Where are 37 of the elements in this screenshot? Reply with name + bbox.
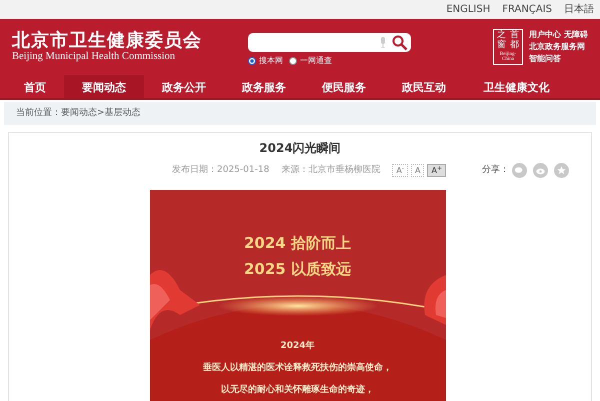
header-link[interactable]: 智能问答	[529, 53, 561, 65]
font-size-button[interactable]: A$^{+}$	[427, 164, 446, 178]
nav-tab[interactable]: 便民服务	[304, 75, 384, 98]
header-link[interactable]: 北京政务服务网	[529, 41, 585, 53]
nav-tab[interactable]: 要闻动态	[64, 75, 144, 98]
search-scope-option[interactable]: 搜本网	[248, 55, 283, 67]
radio-button[interactable]	[289, 57, 297, 65]
nav-tab[interactable]: 政务服务	[224, 75, 304, 98]
header-link[interactable]: 用户中心	[529, 29, 561, 41]
poster-headline: 2024 拾阶而上	[243, 233, 352, 254]
microphone-icon	[380, 37, 386, 48]
poster-text: 2024年	[279, 340, 316, 353]
poster-text: 以无尽的耐心和关怀雕琢生命的奇迹，	[220, 384, 375, 397]
search-field[interactable]	[248, 33, 411, 52]
article-title: 2024闪光瞬间	[259, 140, 341, 157]
language-link[interactable]: ENGLISH	[446, 2, 490, 17]
share-label: 分享：	[482, 164, 509, 177]
font-size-button[interactable]: A	[410, 164, 424, 178]
nav-tab[interactable]: 卫生健康文化	[464, 75, 569, 98]
search-icon[interactable]	[392, 34, 408, 50]
font-size-button[interactable]: A$^{-}$	[392, 164, 408, 178]
publish-date: 发布日期：2025-01-18	[172, 164, 270, 177]
radio-button[interactable]	[248, 57, 256, 65]
nav-tab[interactable]: 首页	[6, 75, 64, 98]
poster-headline: 2025 以质致远	[243, 259, 352, 280]
poster-text: 垂医人以精湛的医术诠释救死扶伤的崇高使命，	[202, 362, 393, 375]
site-subtitle: Beijing Municipal Health Commission	[12, 51, 176, 63]
search-scope-option[interactable]: 一网通查	[289, 55, 332, 67]
nav-tab[interactable]: 政民互动	[384, 75, 464, 98]
breadcrumb-path[interactable]: 要闻动态>基层动态	[61, 106, 141, 120]
site-title: 北京市卫生健康委员会	[12, 31, 203, 52]
language-link[interactable]: 日本語	[564, 2, 594, 17]
breadcrumb-label: 当前位置：	[16, 106, 61, 120]
article-source: 来源：北京市垂杨柳医院	[281, 164, 380, 177]
nav-tab[interactable]: 政务公开	[144, 75, 224, 98]
header-link[interactable]: 无障碍	[564, 29, 588, 41]
language-link[interactable]: FRANÇAIS	[502, 2, 552, 17]
